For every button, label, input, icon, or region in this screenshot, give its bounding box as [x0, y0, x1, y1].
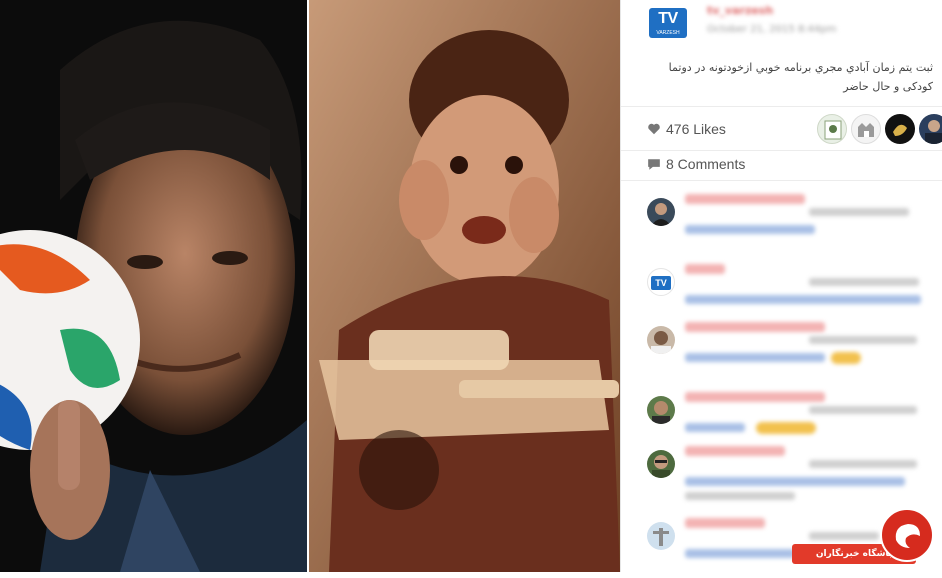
- comment-username[interactable]: [685, 194, 805, 204]
- comment-avatar[interactable]: [647, 396, 675, 424]
- post-caption: ثبت یتم زمان آبادي مجري برنامه خوبي ازخو…: [668, 61, 933, 93]
- liker-avatar[interactable]: [817, 114, 847, 144]
- watermark-badge: باشگاه خبرنگاران: [792, 508, 934, 568]
- comment-item: [621, 322, 942, 382]
- comment-username[interactable]: [685, 446, 785, 456]
- liker-avatar[interactable]: [851, 114, 881, 144]
- comment-text: [685, 423, 745, 432]
- comment-text: [685, 477, 905, 486]
- comment-avatar[interactable]: [647, 450, 675, 478]
- comments-count[interactable]: 8 Comments: [666, 156, 745, 172]
- comment-item: TV: [621, 264, 942, 324]
- emoji-icon: [831, 352, 861, 364]
- post-image[interactable]: [0, 0, 620, 572]
- comment-avatar[interactable]: [647, 326, 675, 354]
- comment-icon[interactable]: [647, 158, 661, 171]
- logo-sub-text: VARZESH: [656, 30, 680, 36]
- comment-text: [685, 549, 795, 558]
- comment-time: [809, 336, 917, 344]
- logo-main-text: TV: [658, 10, 678, 27]
- divider: [621, 150, 942, 151]
- comment-username[interactable]: [685, 322, 825, 332]
- liker-avatar[interactable]: [919, 114, 942, 144]
- comment-item: [621, 194, 942, 254]
- tv-varzesh-logo[interactable]: TV VARZESH: [649, 8, 687, 38]
- comment-time: [809, 406, 917, 414]
- comment-time: [809, 278, 919, 286]
- comment-item: [621, 392, 942, 452]
- comment-avatar[interactable]: [647, 198, 675, 226]
- comment-avatar[interactable]: TV: [647, 268, 675, 296]
- comment-username[interactable]: [685, 264, 725, 274]
- comment-time: [809, 208, 909, 216]
- post-sidebar: TV VARZESH tv_varzesh October 21, 2015 8…: [620, 0, 942, 572]
- comment-item: [621, 446, 942, 506]
- divider: [621, 180, 942, 181]
- divider: [621, 106, 942, 107]
- comment-time: [809, 460, 917, 468]
- adult-portrait-photo: [0, 0, 307, 572]
- post-header: TV VARZESH tv_varzesh October 21, 2015 8…: [621, 0, 942, 104]
- comment-text: [685, 295, 921, 304]
- post-username[interactable]: tv_varzesh: [707, 4, 773, 17]
- child-photo: [309, 0, 620, 572]
- liker-avatar[interactable]: [885, 114, 915, 144]
- comment-text: [685, 353, 825, 362]
- comment-text: [685, 492, 795, 500]
- comment-username[interactable]: [685, 392, 825, 402]
- post-date: October 21, 2015 8:44pm: [707, 24, 837, 35]
- likes-count[interactable]: 476 Likes: [666, 121, 726, 137]
- heart-icon[interactable]: [647, 122, 661, 136]
- comment-avatar[interactable]: [647, 522, 675, 550]
- badge-logo-icon: [880, 508, 934, 562]
- comment-logo: TV: [651, 276, 671, 290]
- comment-username[interactable]: [685, 518, 765, 528]
- comment-text: [685, 225, 815, 234]
- emoji-icon: [756, 422, 816, 434]
